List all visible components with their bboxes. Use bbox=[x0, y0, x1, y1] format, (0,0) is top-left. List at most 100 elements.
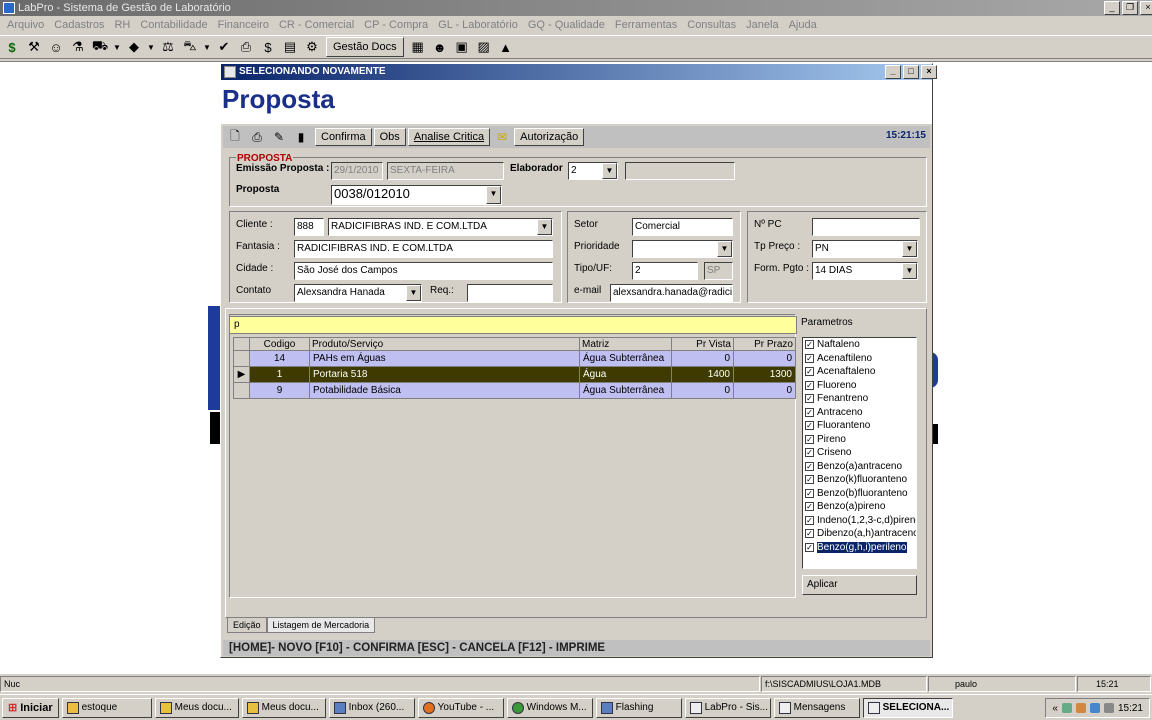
taskbar-item[interactable]: Flashing bbox=[595, 697, 682, 718]
fantasia-field[interactable]: RADICIFIBRAS IND. E COM.LTDA bbox=[294, 240, 553, 258]
param-item[interactable]: ✓ Pireno bbox=[803, 433, 916, 447]
checkbox-checked-icon[interactable]: ✓ bbox=[805, 515, 814, 525]
checkbox-checked-icon[interactable]: ✓ bbox=[805, 407, 814, 417]
param-item[interactable]: ✓ Acenaftaleno bbox=[803, 365, 916, 379]
menu-gl-laboratorio[interactable]: GL - Laboratório bbox=[433, 16, 523, 34]
menu-cadastros[interactable]: Cadastros bbox=[49, 16, 109, 34]
chevron-down-icon[interactable]: ▼ bbox=[902, 241, 917, 257]
checkbox-checked-icon[interactable]: ✓ bbox=[805, 394, 814, 404]
start-button[interactable]: ⊞ Iniciar bbox=[2, 697, 59, 718]
checkbox-checked-icon[interactable]: ✓ bbox=[805, 542, 814, 552]
checkbox-checked-icon[interactable]: ✓ bbox=[805, 502, 814, 512]
menu-janela[interactable]: Janela bbox=[741, 16, 783, 34]
chevron-down-icon[interactable]: ▼ bbox=[902, 263, 917, 279]
gear-icon[interactable]: ⚙ bbox=[302, 37, 322, 57]
bottle-icon[interactable]: ⚗ bbox=[68, 37, 88, 57]
chevron-down-icon[interactable]: ▼ bbox=[202, 37, 212, 57]
chevron-down-icon[interactable]: ▼ bbox=[112, 37, 122, 57]
new-document-icon[interactable]: 🗋 bbox=[225, 128, 245, 146]
tray-icon[interactable] bbox=[1089, 703, 1100, 713]
checkbox-checked-icon[interactable]: ✓ bbox=[805, 529, 814, 539]
taskbar-item[interactable]: Inbox (260... bbox=[328, 697, 415, 718]
param-item[interactable]: ✓ Criseno bbox=[803, 446, 916, 460]
picture-icon[interactable]: ▨ bbox=[474, 37, 494, 57]
checkbox-checked-icon[interactable]: ✓ bbox=[805, 380, 814, 390]
graduation-icon[interactable]: ▲ bbox=[496, 37, 516, 57]
menu-financeiro[interactable]: Financeiro bbox=[213, 16, 274, 34]
parametros-list[interactable]: ✓ Naftaleno ✓ Acenaftileno ✓ Acenaftaleno ✓… bbox=[802, 337, 917, 569]
calculator-icon[interactable]: ▦ bbox=[408, 37, 428, 57]
box-icon[interactable]: ◆ bbox=[124, 37, 144, 57]
aplicar-button[interactable]: Aplicar bbox=[802, 575, 917, 595]
checkbox-checked-icon[interactable]: ✓ bbox=[805, 488, 814, 498]
checkbox-checked-icon[interactable]: ✓ bbox=[805, 461, 814, 471]
table-row[interactable]: 14 PAHs em Águas Água Subterrânea 0 0 bbox=[233, 350, 796, 367]
chevron-down-icon[interactable]: ▼ bbox=[406, 285, 421, 301]
users-icon[interactable]: ☻ bbox=[430, 37, 450, 57]
analise-critica-button[interactable]: Analise Critica bbox=[407, 128, 491, 146]
menu-consultas[interactable]: Consultas bbox=[682, 16, 741, 34]
param-item[interactable]: ✓ Fluoranteno bbox=[803, 419, 916, 433]
checkbox-checked-icon[interactable]: ✓ bbox=[805, 434, 814, 444]
form-pgto-select[interactable]: 14 DIAS ▼ bbox=[812, 262, 918, 280]
menu-ferramentas[interactable]: Ferramentas bbox=[610, 16, 682, 34]
menu-cp-compra[interactable]: CP - Compra bbox=[359, 16, 433, 34]
param-item[interactable]: ✓ Benzo(k)fluoranteno bbox=[803, 473, 916, 487]
printer-icon[interactable]: ⎙ bbox=[236, 37, 256, 57]
tools-icon[interactable]: ⚒ bbox=[24, 37, 44, 57]
setor-field[interactable]: Comercial bbox=[632, 218, 733, 236]
checklist-icon[interactable]: ✔ bbox=[214, 37, 234, 57]
param-item-selected[interactable]: ✓ Benzo(g,h,i)perileno bbox=[803, 541, 916, 555]
req-field[interactable] bbox=[467, 284, 553, 302]
param-item[interactable]: ✓ Benzo(a)antraceno bbox=[803, 460, 916, 474]
param-item[interactable]: ✓ Benzo(a)pireno bbox=[803, 500, 916, 514]
checkbox-checked-icon[interactable]: ✓ bbox=[805, 353, 814, 363]
contato-select[interactable]: Alexsandra Hanada ▼ bbox=[294, 284, 422, 302]
param-item[interactable]: ✓ Antraceno bbox=[803, 406, 916, 420]
report-icon[interactable]: ▤ bbox=[280, 37, 300, 57]
checkbox-checked-icon[interactable]: ✓ bbox=[805, 421, 814, 431]
gestao-docs-button[interactable]: Gestão Docs bbox=[326, 37, 404, 57]
cliente-select[interactable]: RADICIFIBRAS IND. E COM.LTDA ▼ bbox=[328, 218, 553, 236]
tab-edicao[interactable]: Edição bbox=[227, 618, 267, 633]
search-filter-input[interactable]: p bbox=[229, 316, 797, 334]
print-icon[interactable]: ⎙ bbox=[247, 128, 267, 146]
taskbar-item[interactable]: estoque bbox=[61, 697, 152, 718]
people-icon[interactable]: ☺ bbox=[46, 37, 66, 57]
checkbox-checked-icon[interactable]: ✓ bbox=[805, 340, 814, 350]
edit-icon[interactable]: ✎ bbox=[269, 128, 289, 146]
taskbar-item[interactable]: LabPro - Sis... bbox=[684, 697, 771, 718]
param-item[interactable]: ✓ Fluoreno bbox=[803, 379, 916, 393]
param-item[interactable]: ✓ Dibenzo(a,h)antraceno bbox=[803, 527, 916, 541]
col-produto[interactable]: Produto/Serviço bbox=[309, 337, 580, 351]
tipo-field[interactable]: 2 bbox=[632, 262, 698, 280]
window-close-button[interactable]: × bbox=[921, 65, 937, 79]
checkbox-checked-icon[interactable]: ✓ bbox=[805, 448, 814, 458]
table-row-selected[interactable]: ▶ 1 Portaria 518 Água 1400 1300 bbox=[233, 366, 796, 383]
menu-arquivo[interactable]: Arquivo bbox=[2, 16, 49, 34]
menu-gq-qualidade[interactable]: GQ - Qualidade bbox=[523, 16, 610, 34]
chevron-down-icon[interactable]: ▼ bbox=[537, 219, 552, 235]
tray-icon[interactable] bbox=[1075, 703, 1086, 713]
obs-button[interactable]: Obs bbox=[373, 128, 406, 146]
param-item[interactable]: ✓ Benzo(b)fluoranteno bbox=[803, 487, 916, 501]
truck-icon[interactable]: ⛟ bbox=[90, 37, 110, 57]
money-bag-icon[interactable]: $ bbox=[258, 37, 278, 57]
checkbox-checked-icon[interactable]: ✓ bbox=[805, 475, 814, 485]
proposta-select[interactable]: 0038/012010 ▼ bbox=[331, 185, 502, 205]
table-row[interactable]: 9 Potabilidade Básica Água Subterrânea 0… bbox=[233, 382, 796, 399]
cliente-code-field[interactable]: 888 bbox=[294, 218, 324, 236]
minimize-button[interactable]: _ bbox=[1104, 1, 1120, 15]
chevron-left-icon[interactable]: « bbox=[1052, 703, 1058, 714]
taskbar-item[interactable]: Mensagens bbox=[773, 697, 860, 718]
tab-listagem-mercadoria[interactable]: Listagem de Mercadoria bbox=[266, 618, 376, 633]
taskbar-item[interactable]: Meus docu... bbox=[154, 697, 239, 718]
close-button[interactable]: × bbox=[1140, 1, 1152, 15]
tray-icon[interactable] bbox=[1061, 703, 1072, 713]
chevron-down-icon[interactable]: ▼ bbox=[486, 186, 501, 204]
param-item[interactable]: ✓ Fenantreno bbox=[803, 392, 916, 406]
cidade-field[interactable]: São José dos Campos bbox=[294, 262, 553, 280]
param-item[interactable]: ✓ Indeno(1,2,3-c,d)pireno bbox=[803, 514, 916, 528]
taskbar-item[interactable]: Meus docu... bbox=[241, 697, 326, 718]
window-minimize-button[interactable]: _ bbox=[885, 65, 901, 79]
